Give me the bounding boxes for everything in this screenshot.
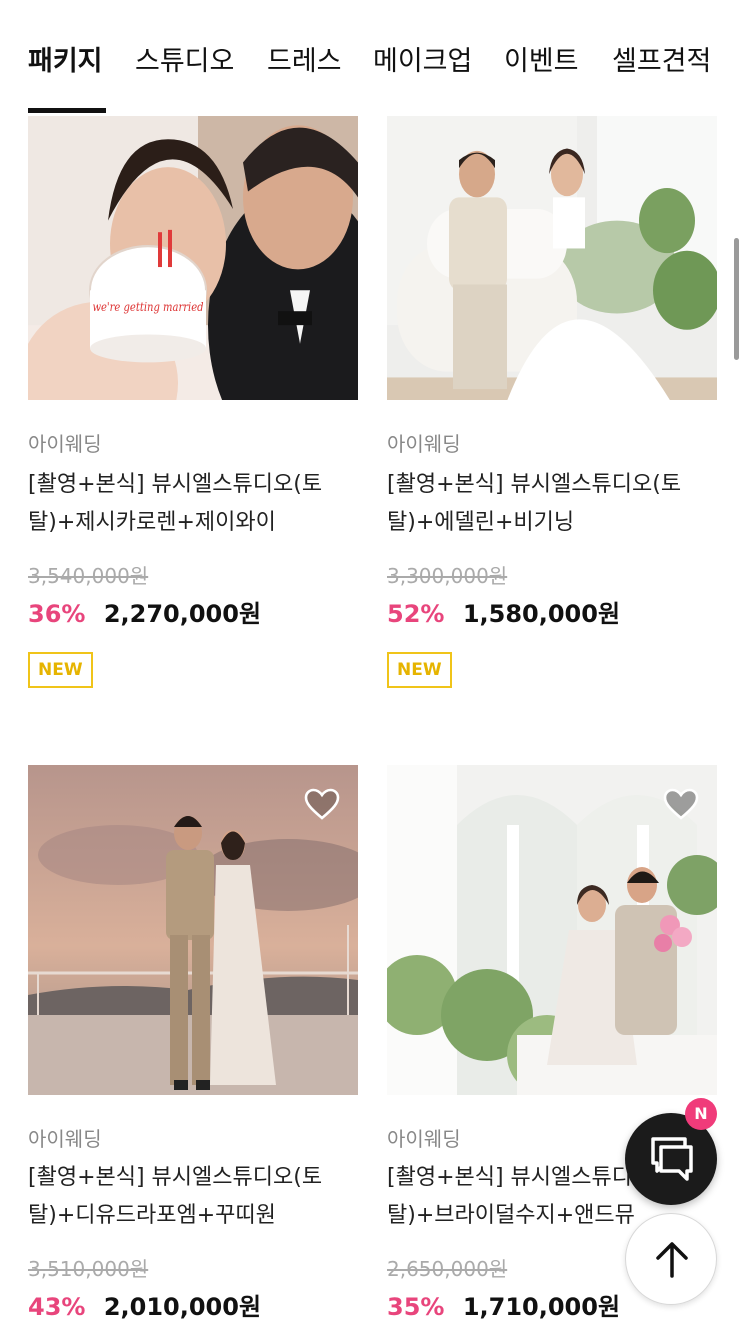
heart-icon[interactable] — [304, 787, 340, 821]
discount-rate: 43% — [28, 1293, 86, 1321]
product-title-line1: [촬영+본식] 뷰시엘스튜디오(토 — [28, 1165, 323, 1190]
tab-dress[interactable]: 드레스 — [267, 44, 342, 80]
vendor-name: 아이웨딩 — [387, 432, 461, 456]
vendor-name: 아이웨딩 — [387, 1127, 461, 1151]
couple-on-sofa-photo — [387, 116, 717, 400]
active-tab-indicator — [28, 108, 106, 113]
new-badge: NEW — [28, 652, 93, 688]
discount-rate: 36% — [28, 600, 86, 628]
product-card[interactable]: we're getting married 아이웨딩 [촬영+본식] 뷰시엘스튜… — [28, 116, 358, 716]
sale-price: 1,580,000원 — [462, 600, 621, 628]
price-line: 52% 1,580,000원 — [387, 594, 620, 629]
product-image[interactable] — [387, 765, 717, 1095]
product-card[interactable]: 아이웨딩 [촬영+본식] 뷰시엘스튜디오(토 탈)+디유드라포엠+꾸띠원 3,5… — [28, 765, 358, 1329]
product-image[interactable] — [28, 765, 358, 1095]
tab-event[interactable]: 이벤트 — [504, 44, 579, 80]
discount-rate: 35% — [387, 1293, 445, 1321]
heart-icon[interactable] — [663, 787, 699, 821]
tab-self-estimate[interactable]: 셀프견적 — [612, 44, 711, 80]
original-price: 3,510,000원 — [28, 1257, 149, 1281]
new-badge: NEW — [387, 652, 452, 688]
product-title-line1: [촬영+본식] 뷰시엘스튜디오(토 — [387, 472, 682, 497]
vendor-name: 아이웨딩 — [28, 1127, 102, 1151]
product-title-line2: 탈)+디유드라포엠+꾸띠원 — [28, 1203, 276, 1228]
sale-price: 2,010,000원 — [103, 1293, 262, 1321]
sale-price: 1,710,000원 — [462, 1293, 621, 1321]
scrollbar-thumb[interactable] — [734, 238, 739, 360]
sale-price: 2,270,000원 — [103, 600, 262, 628]
product-image[interactable] — [387, 116, 717, 400]
product-title-line2: 탈)+에델린+비기닝 — [387, 510, 575, 535]
product-title-line2: 탈)+제시카로렌+제이와이 — [28, 510, 276, 535]
arrow-up-icon — [656, 1242, 688, 1278]
product-title-line1: [촬영+본식] 뷰시엘스튜디오(토 — [28, 472, 323, 497]
price-line: 35% 1,710,000원 — [387, 1287, 620, 1322]
product-image[interactable]: we're getting married — [28, 116, 358, 400]
original-price: 2,650,000원 — [387, 1257, 508, 1281]
tab-package[interactable]: 패키지 — [28, 44, 103, 80]
price-line: 36% 2,270,000원 — [28, 594, 261, 629]
category-tab-bar: 패키지 스튜디오 드레스 메이크업 이벤트 셀프견적 — [0, 0, 743, 113]
original-price: 3,300,000원 — [387, 564, 508, 588]
discount-rate: 52% — [387, 600, 445, 628]
cake-lettering: we're getting married — [92, 300, 203, 314]
price-line: 43% 2,010,000원 — [28, 1287, 261, 1322]
vendor-name: 아이웨딩 — [28, 432, 102, 456]
original-price: 3,540,000원 — [28, 564, 149, 588]
product-card[interactable]: 아이웨딩 [촬영+본식] 뷰시엘스튜디오(토 탈)+에델린+비기닝 3,300,… — [387, 116, 717, 716]
tab-studio[interactable]: 스튜디오 — [135, 44, 234, 80]
couple-with-cake-photo: we're getting married — [28, 116, 358, 400]
scroll-to-top-button[interactable] — [625, 1213, 717, 1305]
chat-notification-badge: N — [685, 1098, 717, 1130]
tab-makeup[interactable]: 메이크업 — [373, 44, 472, 80]
